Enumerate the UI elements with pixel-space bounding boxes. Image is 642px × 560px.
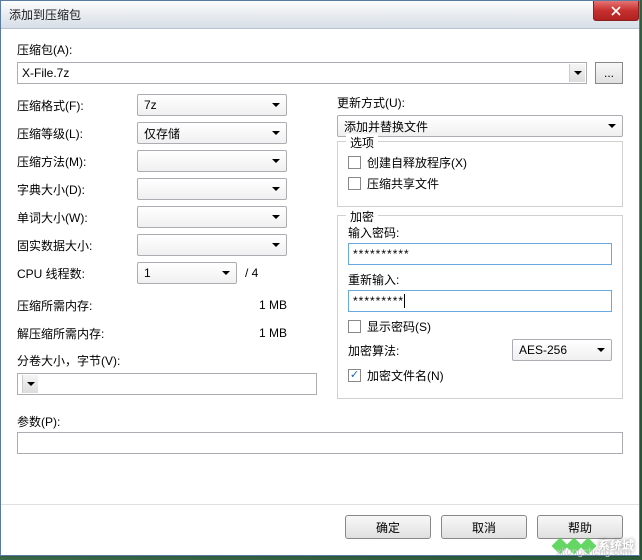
chevron-down-icon [604, 117, 620, 135]
chevron-down-icon [268, 152, 284, 170]
shared-label: 压缩共享文件 [367, 175, 439, 192]
dict-select[interactable] [137, 178, 287, 200]
threads-select[interactable]: 1 [137, 262, 237, 284]
mem-comp-value: 1 MB [137, 298, 287, 312]
dialog-content: 压缩包(A): X-File.7z ... 压缩格式(F): 7z [1, 29, 639, 462]
update-select[interactable]: 添加并替换文件 [337, 115, 623, 137]
titlebar[interactable]: 添加到压缩包 [1, 1, 639, 29]
threads-label: CPU 线程数: [17, 265, 137, 282]
method-select[interactable] [137, 150, 287, 172]
params-label: 参数(P): [17, 413, 623, 430]
threads-max: / 4 [245, 266, 258, 280]
sfx-checkbox[interactable] [348, 156, 361, 169]
chevron-down-icon [218, 264, 234, 282]
chevron-down-icon [268, 236, 284, 254]
text-cursor [404, 294, 405, 308]
help-button[interactable]: 帮助 [537, 515, 623, 539]
password-value: ********** [353, 247, 410, 261]
password-label: 输入密码: [348, 224, 612, 241]
left-column: 压缩格式(F): 7z 压缩等级(L): 仅存储 压缩方法(M): [17, 94, 317, 407]
sfx-checkbox-row[interactable]: 创建自释放程序(X) [348, 154, 612, 171]
chevron-down-icon [593, 341, 609, 359]
chevron-down-icon [268, 124, 284, 142]
update-value: 添加并替换文件 [344, 118, 428, 135]
update-label: 更新方式(U): [337, 94, 623, 111]
word-label: 单词大小(W): [17, 209, 137, 226]
archive-label: 压缩包(A): [17, 41, 623, 58]
shared-checkbox-row[interactable]: 压缩共享文件 [348, 175, 612, 192]
format-value: 7z [144, 98, 157, 112]
shared-checkbox[interactable] [348, 177, 361, 190]
show-password-checkbox[interactable] [348, 320, 361, 333]
chevron-down-icon [569, 64, 585, 82]
options-fieldset: 选项 创建自释放程序(X) 压缩共享文件 [337, 141, 623, 207]
right-column: 更新方式(U): 添加并替换文件 选项 创建自释放程序(X) 压缩共享文件 [337, 94, 623, 407]
level-label: 压缩等级(L): [17, 125, 137, 142]
chevron-down-icon [268, 208, 284, 226]
encrypt-names-row[interactable]: 加密文件名(N) [348, 367, 612, 384]
chevron-down-icon [22, 375, 38, 393]
solid-select[interactable] [137, 234, 287, 256]
mem-comp-label: 压缩所需内存: [17, 297, 137, 314]
threads-value: 1 [144, 266, 151, 280]
browse-label: ... [604, 66, 614, 80]
ok-button[interactable]: 确定 [345, 515, 431, 539]
password2-label: 重新输入: [348, 271, 612, 288]
enc-method-label: 加密算法: [348, 342, 399, 359]
archive-name-combo[interactable]: X-File.7z [17, 62, 587, 84]
button-row: 确定 取消 帮助 [1, 504, 639, 549]
password-input[interactable]: ********** [348, 243, 612, 265]
encrypt-names-label: 加密文件名(N) [367, 367, 444, 384]
window-title: 添加到压缩包 [9, 6, 81, 23]
split-label: 分卷大小，字节(V): [17, 352, 317, 369]
password2-value: ********* [353, 294, 404, 308]
encryption-legend: 加密 [346, 208, 378, 225]
split-combo[interactable] [17, 373, 317, 395]
archive-name-value: X-File.7z [22, 66, 569, 80]
encryption-fieldset: 加密 输入密码: ********** 重新输入: ********* 显示密码… [337, 215, 623, 399]
mem-decomp-label: 解压缩所需内存: [17, 325, 137, 342]
chevron-down-icon [268, 180, 284, 198]
close-icon [611, 6, 621, 16]
dialog-window: 添加到压缩包 压缩包(A): X-File.7z ... 压缩格式(F): [0, 0, 640, 556]
archive-section: 压缩包(A): X-File.7z ... [17, 41, 623, 84]
show-password-label: 显示密码(S) [367, 318, 431, 335]
format-label: 压缩格式(F): [17, 97, 137, 114]
solid-label: 固实数据大小: [17, 237, 137, 254]
level-value: 仅存储 [144, 125, 180, 142]
word-select[interactable] [137, 206, 287, 228]
enc-method-select[interactable]: AES-256 [512, 339, 612, 361]
encrypt-names-checkbox[interactable] [348, 369, 361, 382]
level-select[interactable]: 仅存储 [137, 122, 287, 144]
show-password-row[interactable]: 显示密码(S) [348, 318, 612, 335]
format-select[interactable]: 7z [137, 94, 287, 116]
browse-button[interactable]: ... [595, 62, 623, 84]
password2-input[interactable]: ********* [348, 290, 612, 312]
enc-method-value: AES-256 [519, 343, 567, 357]
mem-decomp-value: 1 MB [137, 326, 287, 340]
params-input[interactable] [17, 432, 623, 454]
sfx-label: 创建自释放程序(X) [367, 154, 467, 171]
method-label: 压缩方法(M): [17, 153, 137, 170]
dict-label: 字典大小(D): [17, 181, 137, 198]
close-button[interactable] [593, 1, 639, 21]
cancel-button[interactable]: 取消 [441, 515, 527, 539]
options-legend: 选项 [346, 134, 378, 151]
chevron-down-icon [268, 96, 284, 114]
